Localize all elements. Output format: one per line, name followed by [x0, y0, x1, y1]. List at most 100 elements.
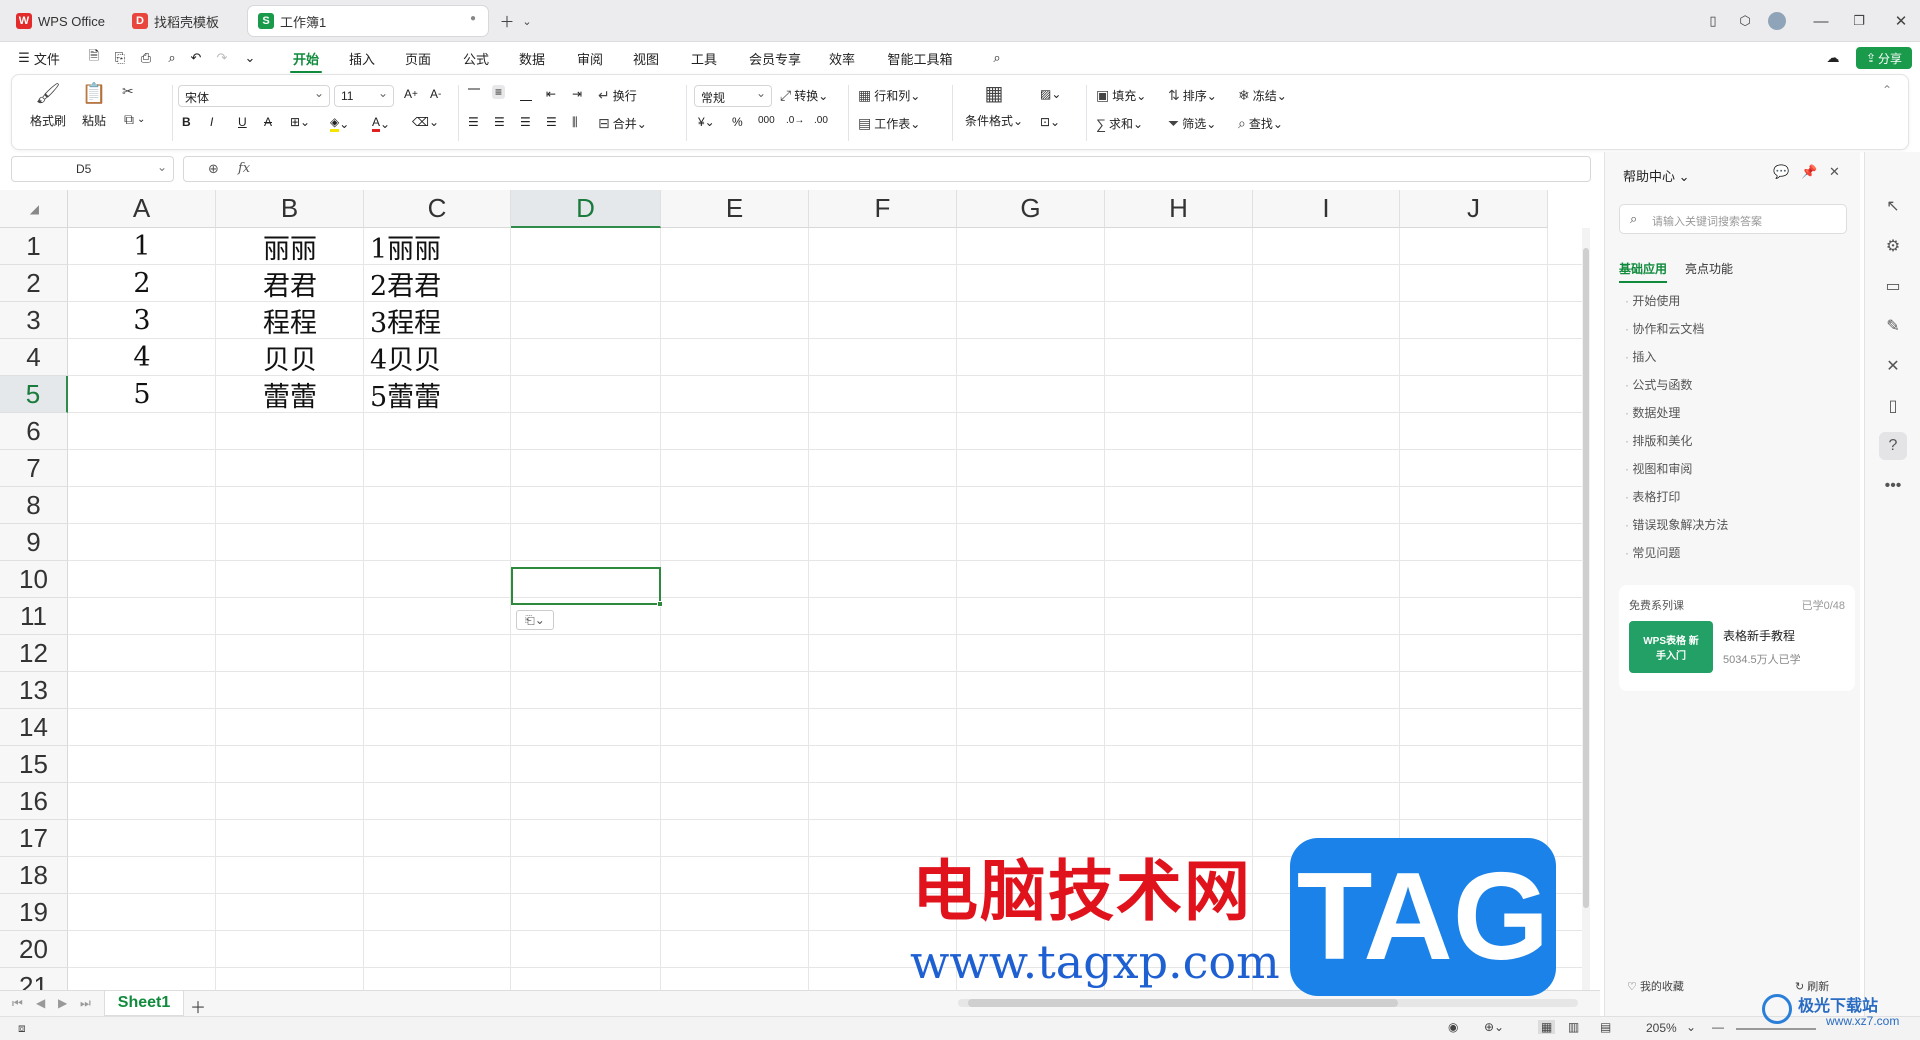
cell-border-icon[interactable]: ⊡⌄ — [1040, 115, 1060, 129]
currency-icon[interactable]: ¥⌄ — [698, 115, 715, 129]
macro-icon[interactable]: ⧈ — [18, 1021, 26, 1036]
cell-b5[interactable]: 蕾蕾 — [216, 376, 364, 413]
menu-item-formula[interactable]: 公式 — [458, 47, 494, 69]
zoom-level[interactable]: 205% — [1646, 1021, 1677, 1035]
help-topic-item[interactable]: · 协作和云文档 — [1625, 320, 1704, 337]
row-header-11[interactable]: 11 — [0, 598, 68, 635]
row-header-16[interactable]: 16 — [0, 783, 68, 820]
row-header-10[interactable]: 10 — [0, 561, 68, 598]
sum-button[interactable]: ∑ 求和 ⌄ — [1096, 115, 1143, 132]
menu-item-view[interactable]: 视图 — [628, 47, 664, 69]
indent-decrease-icon[interactable]: ⇤ — [546, 87, 556, 101]
format-painter-button[interactable]: 🖌 格式刷 — [30, 81, 66, 129]
merge-button[interactable]: ⊟ 合并 ⌄ — [598, 115, 647, 132]
cube-icon[interactable]: ⬡ — [1732, 8, 1758, 34]
menu-item-tools[interactable]: 工具 — [686, 47, 722, 69]
select-all-corner[interactable]: ◢ — [0, 190, 68, 228]
settings-sliders-icon[interactable]: ⚙ — [1879, 232, 1907, 260]
export-icon[interactable]: ⎘ — [110, 47, 130, 69]
tools-icon[interactable]: ✕ — [1879, 352, 1907, 380]
restore-icon[interactable]: ❐ — [1846, 8, 1872, 34]
menu-item-insert[interactable]: 插入 — [344, 47, 380, 69]
column-header-a[interactable]: A — [68, 190, 216, 228]
add-sheet-icon[interactable]: ＋ — [190, 994, 206, 1018]
fill-button[interactable]: ▣ 填充 ⌄ — [1096, 87, 1146, 104]
help-topic-item[interactable]: · 公式与函数 — [1625, 376, 1692, 393]
menu-item-member[interactable]: 会员专享 — [744, 47, 806, 69]
menu-item-data[interactable]: 数据 — [514, 47, 550, 69]
share-button[interactable]: ⇪ 分享 — [1856, 47, 1912, 69]
help-topic-item[interactable]: · 视图和审阅 — [1625, 460, 1692, 477]
row-header-21[interactable]: 21 — [0, 968, 68, 990]
justify-icon[interactable]: ☰ — [546, 115, 557, 129]
tab-list-chevron-icon[interactable]: ⌄ — [514, 8, 540, 34]
tab-wps-office[interactable]: W WPS Office — [6, 6, 116, 36]
help-topic-item[interactable]: · 插入 — [1625, 348, 1656, 365]
help-topic-item[interactable]: · 常见问题 — [1625, 544, 1680, 561]
cell-c2[interactable]: 2君君 — [364, 265, 511, 302]
help-topic-item[interactable]: · 错误现象解决方法 — [1625, 516, 1728, 533]
column-header-d[interactable]: D — [511, 190, 661, 228]
column-header-h[interactable]: H — [1105, 190, 1253, 228]
thousands-icon[interactable]: 000 — [758, 115, 775, 126]
cell-b4[interactable]: 贝贝 — [216, 339, 364, 376]
tab-workbook[interactable]: S 工作簿1 ● — [248, 6, 488, 36]
align-middle-icon[interactable]: ≡ — [492, 85, 506, 99]
bold-icon[interactable]: B — [182, 115, 191, 129]
normal-view-icon[interactable]: ▦ — [1538, 1020, 1556, 1034]
avatar[interactable] — [1764, 8, 1790, 34]
menu-item-smart-toolbox[interactable]: 智能工具箱 — [884, 47, 956, 69]
save-icon[interactable]: 🗎 — [84, 47, 104, 69]
last-sheet-icon[interactable]: ⏭ — [80, 996, 91, 1011]
search-icon[interactable]: ⌕ — [986, 47, 1008, 69]
row-header-15[interactable]: 15 — [0, 746, 68, 783]
clear-format-icon[interactable]: ⌫⌄ — [412, 115, 439, 129]
percent-icon[interactable]: % — [732, 115, 743, 129]
cell-c1[interactable]: 1丽丽 — [364, 228, 511, 265]
menu-item-efficiency[interactable]: 效率 — [824, 47, 860, 69]
distribute-icon[interactable]: ⫼ — [572, 115, 578, 130]
prev-sheet-icon[interactable]: ◀ — [36, 996, 45, 1010]
file-menu[interactable]: ☰ 文件 — [14, 47, 64, 69]
active-cell-d5[interactable] — [511, 567, 663, 607]
cell-style-icon[interactable]: ▨⌄ — [1040, 87, 1061, 101]
help-topic-item[interactable]: · 数据处理 — [1625, 404, 1680, 421]
row-header-1[interactable]: 1 — [0, 228, 68, 265]
column-header-e[interactable]: E — [661, 190, 809, 228]
undo-icon[interactable]: ↶ — [186, 47, 206, 69]
cell-c4[interactable]: 4贝贝 — [364, 339, 511, 376]
eye-protection-icon[interactable]: ◉ — [1448, 1020, 1458, 1034]
scrollbar-thumb[interactable] — [1583, 248, 1589, 908]
row-header-20[interactable]: 20 — [0, 931, 68, 968]
cloud-icon[interactable]: ☁ — [1822, 47, 1844, 69]
menu-item-page[interactable]: 页面 — [400, 47, 436, 69]
vertical-scrollbar[interactable] — [1582, 228, 1590, 990]
copy-button[interactable]: ⧉ ⌄ — [124, 111, 145, 128]
close-icon[interactable]: ✕ — [1829, 164, 1840, 180]
review-icon[interactable]: ✎ — [1879, 312, 1907, 340]
menu-item-home[interactable]: 开始 — [288, 47, 324, 73]
quick-access-chevron-icon[interactable]: ⌄ — [240, 47, 260, 69]
column-header-i[interactable]: I — [1253, 190, 1400, 228]
find-button[interactable]: ⌕ 查找 ⌄ — [1238, 115, 1283, 132]
help-topic-item[interactable]: · 表格打印 — [1625, 488, 1680, 505]
align-top-icon[interactable]: ⎺ — [468, 87, 480, 102]
fill-handle[interactable] — [657, 601, 663, 607]
name-box[interactable]: D5 ⌄ — [11, 156, 174, 182]
row-header-9[interactable]: 9 — [0, 524, 68, 561]
number-format-select[interactable]: 常规 — [694, 85, 772, 107]
select-cursor-icon[interactable]: ↖ — [1879, 192, 1907, 220]
font-family-select[interactable]: 宋体 — [178, 85, 330, 107]
chevron-down-icon[interactable]: ⌄ — [1686, 1020, 1696, 1034]
indent-increase-icon[interactable]: ⇥ — [572, 87, 582, 101]
help-tab-highlights[interactable]: 亮点功能 — [1685, 260, 1733, 277]
close-icon[interactable]: ✕ — [1888, 8, 1914, 34]
paste-button[interactable]: 📋 粘贴 — [76, 81, 112, 129]
worksheet-button[interactable]: ▤ 工作表 ⌄ — [858, 115, 920, 132]
convert-button[interactable]: ⤢ 转换 ⌄ — [780, 87, 828, 104]
border-icon[interactable]: ⊞⌄ — [290, 115, 310, 129]
book-icon[interactable]: ▯ — [1879, 392, 1907, 420]
row-header-4[interactable]: 4 — [0, 339, 68, 376]
font-color-icon[interactable]: A ⌄ — [372, 115, 390, 132]
help-panel-title[interactable]: 帮助中心 ⌄ — [1623, 166, 1690, 185]
